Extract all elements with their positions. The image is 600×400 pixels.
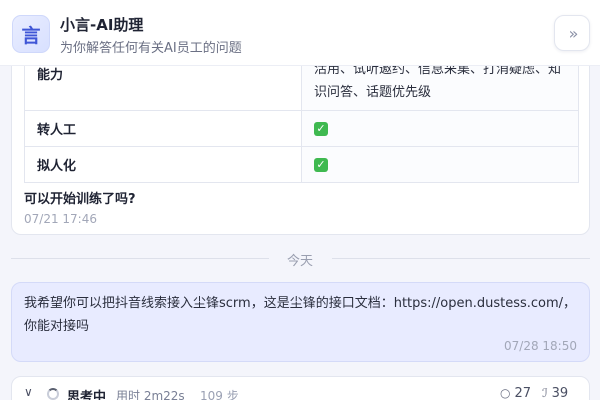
table-cell-key: 拟人化 bbox=[24, 146, 302, 183]
bulb-icon: ○ bbox=[500, 386, 511, 400]
assistant-logo-icon: 言 bbox=[12, 15, 50, 53]
stat-count-2: ℐ 39 bbox=[542, 386, 568, 400]
tool-icon: ℐ bbox=[542, 386, 548, 400]
date-divider-label: 今天 bbox=[286, 254, 313, 269]
table-cell-value: ✓ bbox=[301, 110, 579, 147]
user-message-text: 我希望你可以把抖音线索接入尘锋scrm，这是尘锋的接口文档：https://op… bbox=[24, 296, 577, 334]
table-row: 拟人化 ✓ bbox=[24, 146, 579, 183]
chat-header: 言 小言-AI助理 为你解答任何有关AI员工的问题 » bbox=[0, 0, 600, 66]
assistant-question: 可以开始训练了吗? bbox=[24, 192, 136, 207]
message-timestamp: 07/28 18:50 bbox=[504, 339, 577, 353]
double-chevron-right-icon: » bbox=[568, 23, 579, 43]
check-icon: ✓ bbox=[314, 122, 328, 136]
table-row: 转人工 ✓ bbox=[24, 110, 579, 147]
assistant-subtitle: 为你解答任何有关AI员工的问题 bbox=[60, 41, 242, 56]
loading-spinner-icon bbox=[47, 388, 59, 400]
assistant-message-card: 能力 活用、试听邀约、信息采集、打消疑虑、知识问答、话题优先级 转人工 ✓ 拟人… bbox=[11, 40, 590, 235]
message-timestamp: 07/21 17:46 bbox=[24, 212, 97, 226]
stat-value: 39 bbox=[551, 386, 569, 400]
thinking-status-bar[interactable]: ∨ 思考中 用时 2m22s 109 步 ○ 27 ℐ 39 bbox=[11, 376, 590, 400]
stat-count-1: ○ 27 bbox=[500, 386, 531, 400]
table-cell-key: 转人工 bbox=[24, 110, 302, 147]
thinking-duration: 用时 2m22s bbox=[116, 389, 185, 400]
stat-value: 27 bbox=[514, 386, 532, 400]
collapse-panel-button[interactable]: » bbox=[554, 15, 590, 51]
assistant-title: 小言-AI助理 bbox=[60, 16, 144, 34]
thinking-label: 思考中 bbox=[67, 390, 107, 400]
check-icon: ✓ bbox=[314, 158, 328, 172]
thinking-steps: 109 步 bbox=[200, 389, 239, 400]
user-message-bubble: 我希望你可以把抖音线索接入尘锋scrm，这是尘锋的接口文档：https://op… bbox=[11, 282, 590, 362]
chevron-down-icon[interactable]: ∨ bbox=[24, 385, 33, 399]
table-cell-value: ✓ bbox=[301, 146, 579, 183]
